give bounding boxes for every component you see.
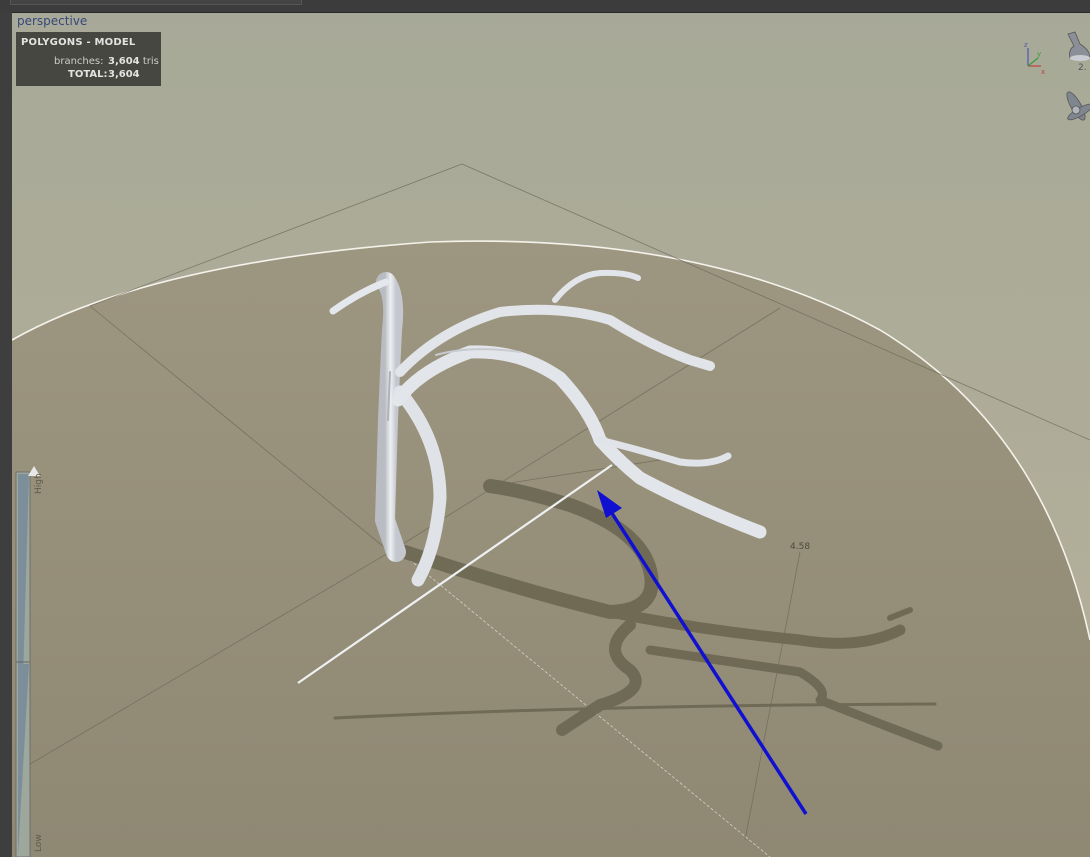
lod-high-label: High [34,473,44,494]
branches-label: branches: [54,56,104,67]
branches-unit: tris [142,56,159,67]
svg-text:z: z [1024,41,1028,49]
left-toolbar-edge [0,12,12,857]
svg-text:y: y [1037,50,1041,58]
total-label: TOTAL: [68,69,108,80]
total-value: 3,604 [108,69,140,80]
dimension-label: 4.58 [790,542,811,552]
tab-stub[interactable] [10,0,302,5]
3d-viewport[interactable]: z x y perspective POLYGONS - MODEL branc… [0,0,1090,857]
branches-value: 3,604 tris [108,56,159,67]
polygon-stats-panel: POLYGONS - MODEL branches: 3,604 tris TO… [16,32,161,86]
stats-title: POLYGONS - MODEL [21,37,136,48]
lod-low-label: Low [34,834,44,852]
viewport-topbar [0,0,1090,13]
scene-canvas[interactable]: z x y [0,0,1090,857]
svg-text:x: x [1041,68,1045,76]
branches-count: 3,604 [108,56,140,67]
gizmo-value-label: 2. [1078,63,1087,73]
viewport-camera-label[interactable]: perspective [17,14,87,28]
